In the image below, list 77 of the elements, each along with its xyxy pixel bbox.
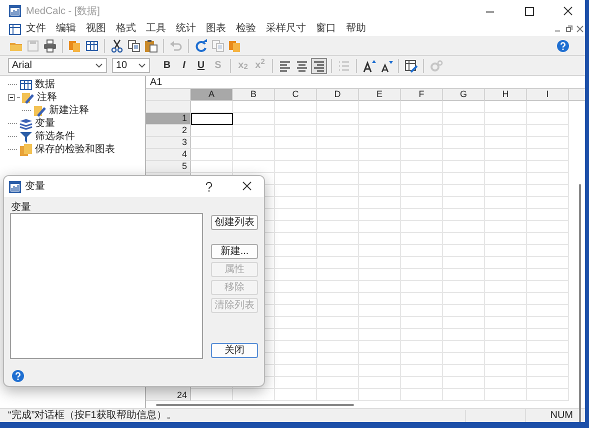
status-message: “完成”对话框（按F1获取帮助信息）。: [7, 410, 178, 422]
menu-item[interactable]: 窗口: [311, 23, 341, 35]
column-header[interactable]: F: [401, 89, 443, 101]
column-header[interactable]: I: [527, 89, 569, 101]
menu-item[interactable]: 文件: [21, 23, 51, 35]
menu-item[interactable]: 编辑: [51, 23, 81, 35]
close-icon[interactable]: [241, 181, 253, 192]
caret-icon[interactable]: [138, 62, 146, 69]
expander-icon[interactable]: [8, 94, 15, 101]
column-header[interactable]: D: [317, 89, 359, 101]
row-header[interactable]: 1: [146, 113, 191, 125]
header-filler: [569, 89, 585, 101]
tree-item[interactable]: 筛选条件: [35, 130, 75, 142]
row-header[interactable]: 5: [146, 161, 191, 173]
column-header[interactable]: B: [233, 89, 275, 101]
menu-item[interactable]: 图表: [201, 23, 231, 35]
tree-item[interactable]: 保存的检验和图表: [35, 144, 115, 156]
scissors-icon[interactable]: [109, 38, 125, 54]
font-size-select[interactable]: 10: [112, 58, 150, 73]
list-label: 变量: [11, 202, 31, 213]
caret-icon[interactable]: [95, 62, 103, 69]
column-header[interactable]: E: [359, 89, 401, 101]
tree-item[interactable]: 数据: [35, 78, 55, 90]
format-button[interactable]: U: [193, 58, 209, 74]
num-lock-indicator: NUM: [525, 408, 585, 422]
tree-item[interactable]: 新建注释: [49, 104, 89, 116]
folder-icon: [19, 142, 33, 156]
clipboard-icon[interactable]: [143, 38, 159, 54]
pencil-note-icon: [33, 104, 47, 118]
variable-list[interactable]: [10, 213, 203, 359]
menu-item[interactable]: 帮助: [341, 23, 371, 35]
refresh-icon[interactable]: [193, 38, 209, 54]
cell-reference: A1: [146, 76, 585, 89]
format-button[interactable]: I: [176, 58, 192, 74]
printer-icon[interactable]: [42, 38, 58, 54]
dialog-button[interactable]: 创建列表: [211, 215, 258, 230]
column-header[interactable]: C: [275, 89, 317, 101]
stacked-layers-icon: [19, 116, 33, 130]
help-icon[interactable]: [557, 40, 569, 52]
column-header[interactable]: A: [191, 89, 233, 101]
align-right-icon[interactable]: [311, 58, 327, 74]
menu-item[interactable]: 格式: [111, 23, 141, 35]
column-header[interactable]: G: [443, 89, 485, 101]
scrollbar-thumb[interactable]: [579, 184, 581, 422]
font-grow-icon[interactable]: [361, 58, 377, 74]
question-mark-icon[interactable]: [205, 182, 213, 192]
close-icon[interactable]: [562, 6, 574, 16]
window-title: MedCalc - [数据]: [26, 4, 100, 18]
maximize-icon[interactable]: [523, 6, 535, 16]
app-icon: [9, 180, 21, 192]
selected-cell[interactable]: [191, 113, 233, 125]
restore-icon[interactable]: [564, 24, 574, 34]
row-header[interactable]: 4: [146, 149, 191, 161]
tree-item[interactable]: 变量: [35, 118, 55, 130]
dialog-button[interactable]: 关闭: [211, 343, 258, 358]
font-select[interactable]: Arial: [8, 58, 107, 73]
filter-icon: [19, 130, 33, 144]
row-header[interactable]: 2: [146, 125, 191, 137]
help-icon[interactable]: [12, 370, 24, 382]
scrollbar-thumb[interactable]: [156, 404, 354, 406]
menu-item[interactable]: 检验: [231, 23, 261, 35]
copy-icon[interactable]: [126, 38, 142, 54]
pencil-note-icon: [21, 90, 35, 104]
menu-item[interactable]: 采样尺寸: [261, 23, 311, 35]
menu-item[interactable]: 视图: [81, 23, 111, 35]
format-button[interactable]: B: [159, 58, 175, 74]
row-header[interactable]: 24: [146, 389, 191, 401]
tree-item[interactable]: 注释: [37, 92, 57, 104]
document-icon[interactable]: [9, 24, 21, 34]
row-header[interactable]: 3: [146, 137, 191, 149]
dialog-button[interactable]: 新建...: [211, 244, 258, 259]
menu-item[interactable]: 工具: [141, 23, 171, 35]
dialog-title: 变量: [25, 180, 45, 194]
menu-item[interactable]: 统计: [171, 23, 201, 35]
column-header[interactable]: H: [485, 89, 527, 101]
table-edit-icon[interactable]: [403, 58, 419, 74]
app-icon: [9, 5, 21, 17]
